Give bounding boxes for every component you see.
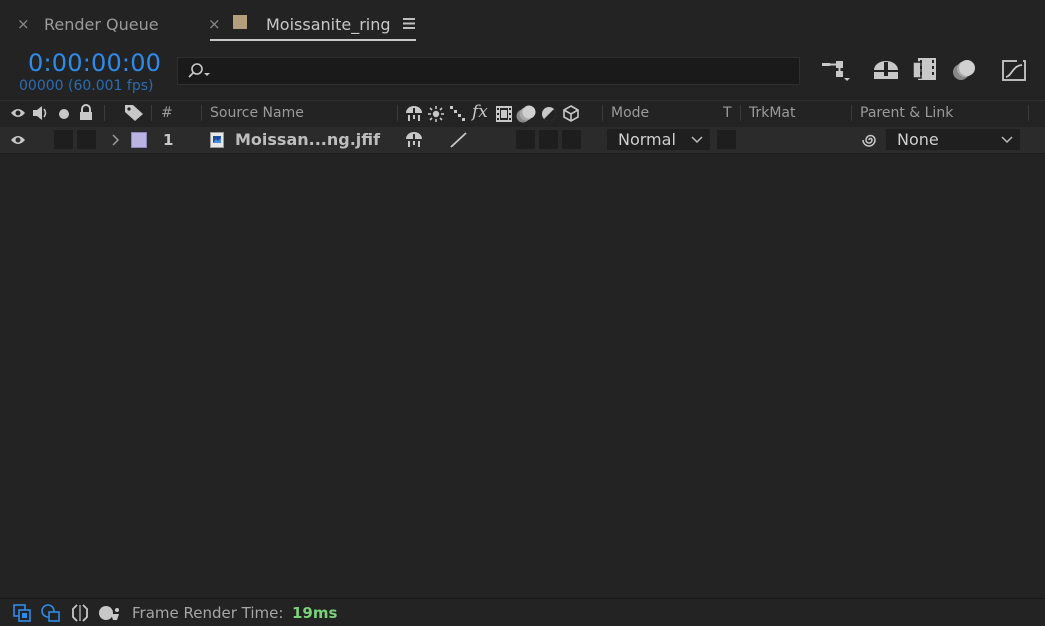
tab-moissanite-ring[interactable]: Moissanite_ring [266,15,391,34]
layer-label-swatch[interactable] [131,132,147,148]
layer-source-name[interactable]: Moissan...ng.jfif [235,130,380,149]
column-separator [104,105,105,121]
close-icon[interactable]: × [208,15,221,33]
column-separator [1028,105,1029,121]
dropdown-chevron-icon [691,136,703,144]
render-time-icon[interactable] [97,604,121,622]
effect-icon[interactable]: fx [472,102,488,122]
adjustment-switch[interactable] [539,130,558,149]
active-tab-underline [210,39,416,41]
blend-mode-select[interactable]: Normal [607,129,710,150]
eye-icon[interactable] [10,134,26,146]
audio-icon[interactable] [32,105,50,121]
comp-flowchart-icon[interactable] [822,59,850,83]
current-time-display[interactable]: 0:00:00:00 [28,49,161,77]
lock-toggle[interactable] [77,130,96,149]
column-header-source-name[interactable]: Source Name [210,105,304,121]
column-separator [851,105,852,121]
quality-switch-icon[interactable] [449,131,469,149]
graph-editor-icon[interactable] [1002,58,1028,82]
layer-column-headers: # Source Name fx Mode T TrkMat Parent & … [0,100,1045,128]
parent-value: None [897,130,939,149]
lock-icon[interactable] [79,104,93,121]
table-row[interactable]: 1 Moissan...ng.jfif Normal None [0,127,1045,154]
menu-icon[interactable] [403,18,415,29]
column-header-t[interactable]: T [723,105,732,121]
column-separator [201,105,202,121]
column-separator [740,105,741,121]
transfer-controls-toggle-icon[interactable] [40,603,62,623]
shy-icon[interactable] [405,106,423,121]
collapse-icon[interactable] [428,106,444,122]
column-separator [602,105,603,121]
search-icon [187,63,213,79]
parent-select[interactable]: None [886,129,1020,150]
expand-chevron-icon[interactable] [112,134,120,146]
close-icon[interactable]: × [17,15,30,33]
motion-blur-switch[interactable] [516,130,535,149]
solo-icon[interactable] [58,108,70,120]
motion-blur-icon[interactable] [952,59,976,81]
pickwhip-icon[interactable] [860,131,878,149]
motion-blur-column-icon[interactable] [516,104,538,124]
column-header-trkmat[interactable]: TrkMat [749,105,796,121]
3d-layer-switch[interactable] [562,130,581,149]
frame-render-time-label: Frame Render Time: [132,604,284,622]
3d-layer-icon[interactable] [563,105,579,122]
frame-blend-column-icon[interactable] [495,105,513,123]
shy-switch-icon[interactable] [405,132,423,147]
draft-3d-icon[interactable] [873,60,899,80]
preserve-transparency-toggle[interactable] [717,130,736,149]
dropdown-chevron-icon [1001,136,1013,144]
quality-icon[interactable] [450,106,466,122]
label-icon[interactable] [124,104,144,122]
frame-render-time-value: 19ms [292,604,338,622]
status-bar: Frame Render Time: 19ms [0,598,1045,626]
blend-mode-value: Normal [618,130,676,149]
adjustment-icon[interactable] [541,106,557,122]
column-header-number[interactable]: # [161,105,173,121]
layer-number: 1 [163,131,174,149]
column-separator [397,105,398,121]
image-file-icon [210,132,224,148]
column-header-mode[interactable]: Mode [611,105,649,121]
frame-blending-icon[interactable] [913,58,937,80]
eye-icon[interactable] [10,107,26,119]
search-input[interactable] [177,57,800,85]
panel-tab-bar: × Render Queue × Moissanite_ring [0,0,1045,46]
column-header-parent[interactable]: Parent & Link [860,105,953,121]
tab-render-queue[interactable]: Render Queue [44,15,159,34]
frame-count-display: 00000 (60.001 fps) [19,78,154,94]
in-out-toggle-icon[interactable] [70,603,90,623]
solo-toggle[interactable] [54,130,73,149]
comp-color-swatch [233,15,247,29]
layer-switches-toggle-icon[interactable] [12,603,32,623]
column-separator [151,105,152,121]
